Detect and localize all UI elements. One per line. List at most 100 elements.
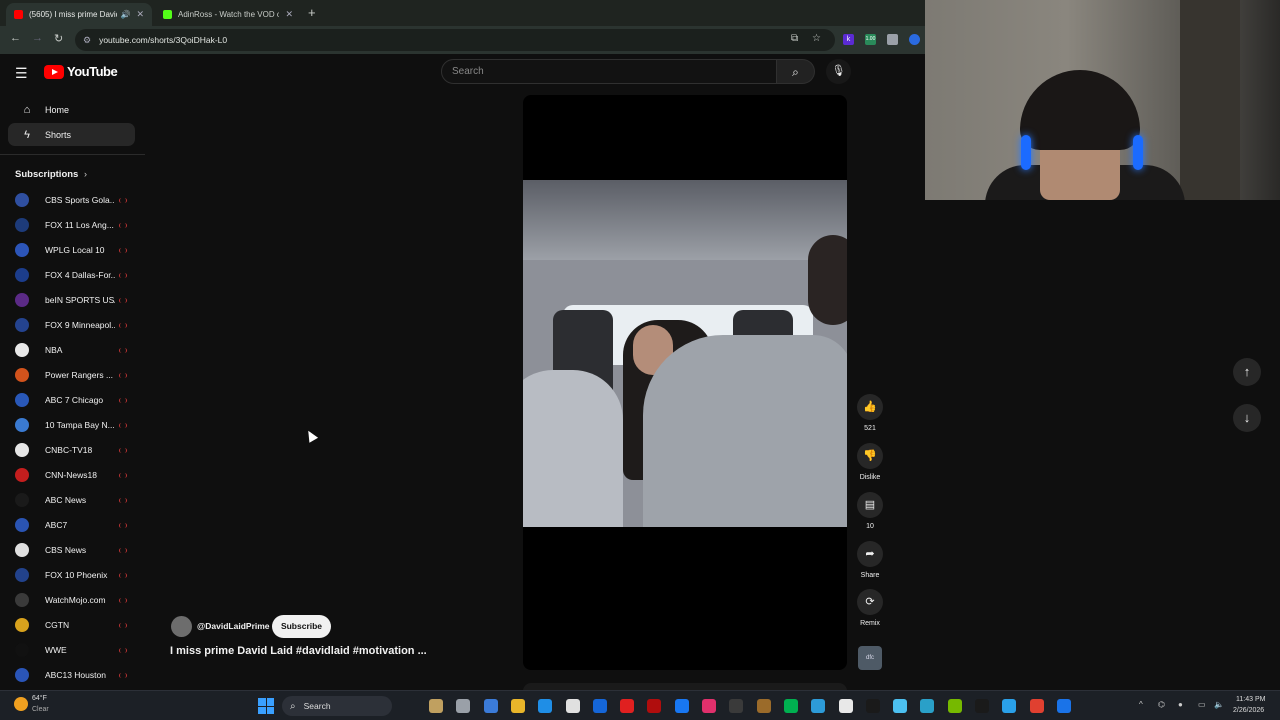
taskbar-app-icon[interactable] xyxy=(483,699,498,713)
subscription-item[interactable]: ABC13 Houston xyxy=(15,665,145,685)
taskbar-app-icon[interactable] xyxy=(975,699,989,713)
subscription-item[interactable]: ABC7 xyxy=(15,515,145,535)
subscription-item[interactable]: WWE xyxy=(15,640,145,660)
taskbar-app-icon[interactable] xyxy=(1002,699,1017,713)
clock-time[interactable]: 11:43 PM xyxy=(1236,696,1265,703)
taskbar-app-icon[interactable] xyxy=(538,699,553,713)
channel-avatar-icon xyxy=(15,393,29,407)
taskbar-app-icon[interactable] xyxy=(920,699,935,713)
previous-short-button[interactable]: ↑ xyxy=(1233,358,1261,386)
taskbar-app-icon[interactable] xyxy=(647,699,662,713)
subscription-item[interactable]: WatchMojo.com xyxy=(15,590,145,610)
browser-tab-kick[interactable]: AdinRoss - Watch the VOD on ✕ xyxy=(155,3,301,26)
extension-profile-icon[interactable] xyxy=(909,34,920,45)
display-icon[interactable]: ▭ xyxy=(1198,700,1206,709)
weather-temperature[interactable]: 64°F xyxy=(32,695,47,702)
network-icon[interactable]: ⌬ xyxy=(1158,700,1165,709)
taskbar-app-icon[interactable] xyxy=(510,699,525,713)
chevron-right-icon[interactable]: › xyxy=(84,169,87,179)
taskbar-app-icon[interactable] xyxy=(702,699,716,713)
search-input[interactable]: Search xyxy=(441,59,777,84)
extension-counter-icon[interactable]: 1.00 xyxy=(865,34,876,45)
extension-k-icon[interactable]: k xyxy=(843,34,854,45)
channel-avatar[interactable] xyxy=(171,616,192,637)
taskbar-app-icon[interactable] xyxy=(838,699,853,713)
sidebar-item-shorts[interactable]: ϟ Shorts xyxy=(8,123,135,146)
voice-search-button[interactable]: 🎙 xyxy=(826,59,851,84)
subscribe-button[interactable]: Subscribe xyxy=(272,615,331,638)
subscription-item[interactable]: FOX 4 Dallas-For... xyxy=(15,265,145,285)
subscription-item[interactable]: CBS Sports Gola... xyxy=(15,190,145,210)
close-tab-icon[interactable]: ✕ xyxy=(285,9,293,20)
subscription-item[interactable]: ABC 7 Chicago xyxy=(15,390,145,410)
subscription-item[interactable]: CNBC-TV18 xyxy=(15,440,145,460)
subscription-item[interactable]: CGTN xyxy=(15,615,145,635)
subscription-item[interactable]: CNN-News18 xyxy=(15,465,145,485)
extension-puzzle-icon[interactable] xyxy=(887,34,898,45)
subscription-item[interactable]: beIN SPORTS USA xyxy=(15,290,145,310)
new-tab-button[interactable]: + xyxy=(308,5,316,20)
forward-icon[interactable]: → xyxy=(32,32,43,44)
youtube-logo[interactable]: YouTube xyxy=(44,64,118,79)
taskbar-app-icon[interactable] xyxy=(1029,699,1044,713)
taskbar-app-icon[interactable] xyxy=(456,699,471,713)
subscriptions-heading[interactable]: Subscriptions xyxy=(15,169,78,180)
subscription-item[interactable]: FOX 10 Phoenix xyxy=(15,565,145,585)
tray-chevron-icon[interactable]: ^ xyxy=(1139,700,1143,709)
subscription-item[interactable]: ABC News xyxy=(15,490,145,510)
short-video-player[interactable] xyxy=(523,95,847,670)
short-title[interactable]: I miss prime David Laid #davidlaid #moti… xyxy=(170,645,427,657)
microphone-tray-icon[interactable]: ● xyxy=(1178,700,1183,709)
channel-name[interactable]: @DavidLaidPrime xyxy=(197,621,270,631)
share-button[interactable]: ➦ Share xyxy=(856,541,884,579)
taskbar-app-icon[interactable] xyxy=(565,699,580,713)
share-icon: ➦ xyxy=(857,541,883,567)
close-tab-icon[interactable]: ✕ xyxy=(136,9,144,20)
next-short-button[interactable]: ↓ xyxy=(1233,404,1261,432)
weather-condition[interactable]: Clear xyxy=(32,706,49,713)
clock-date[interactable]: 2/26/2026 xyxy=(1233,707,1264,714)
dislike-button[interactable]: 👎 Dislike xyxy=(856,443,884,481)
comments-button[interactable]: ▤ 10 xyxy=(856,492,884,530)
windows-start-icon[interactable] xyxy=(258,698,274,714)
taskbar-app-icon[interactable] xyxy=(1056,699,1071,713)
reload-icon[interactable]: ↻ xyxy=(54,32,63,45)
channel-avatar-icon xyxy=(15,468,29,482)
taskbar-search[interactable]: ⌕ Search xyxy=(282,696,392,716)
url-text: youtube.com/shorts/3QoiDHak-L0 xyxy=(99,35,228,45)
subscription-item[interactable]: Power Rangers ... xyxy=(15,365,145,385)
bookmark-star-icon[interactable]: ☆ xyxy=(812,33,821,44)
address-bar[interactable]: ⚙ youtube.com/shorts/3QoiDHak-L0 xyxy=(75,29,835,51)
live-indicator-icon xyxy=(119,522,127,528)
subscription-item[interactable]: FOX 9 Minneapol... xyxy=(15,315,145,335)
volume-icon[interactable]: 🔈 xyxy=(1214,700,1224,709)
browser-tab-youtube[interactable]: (5605) I miss prime David L 🔊 ✕ xyxy=(6,3,152,26)
audio-icon[interactable]: 🔊 xyxy=(120,10,130,19)
subscription-item[interactable]: FOX 11 Los Ang... xyxy=(15,215,145,235)
install-app-icon[interactable]: ⧉ xyxy=(791,33,798,44)
taskbar-app-icon[interactable] xyxy=(674,699,689,713)
taskbar-app-icon[interactable] xyxy=(429,699,443,713)
site-info-icon[interactable]: ⚙ xyxy=(83,35,91,46)
sound-thumbnail[interactable]: dfc xyxy=(858,646,882,670)
subscription-item[interactable]: WPLG Local 10 xyxy=(15,240,145,260)
taskbar-app-icon[interactable] xyxy=(592,699,607,713)
like-button[interactable]: 👍 521 xyxy=(856,394,884,432)
taskbar-app-icon[interactable] xyxy=(865,699,880,713)
taskbar-app-icon[interactable] xyxy=(729,699,744,713)
sidebar-item-home[interactable]: ⌂ Home xyxy=(8,98,135,121)
subscription-item[interactable]: 10 Tampa Bay N... xyxy=(15,415,145,435)
taskbar-app-icon[interactable] xyxy=(947,699,962,713)
taskbar-app-icon[interactable] xyxy=(756,699,771,713)
subscription-item[interactable]: CBS News xyxy=(15,540,145,560)
subscription-item[interactable]: NBA xyxy=(15,340,145,360)
hamburger-menu-icon[interactable]: ☰ xyxy=(15,65,28,82)
taskbar-app-icon[interactable] xyxy=(620,699,635,713)
search-button[interactable]: ⌕ xyxy=(777,59,815,84)
remix-button[interactable]: ⟳ Remix xyxy=(856,589,884,627)
taskbar-app-icon[interactable] xyxy=(783,699,798,713)
back-icon[interactable]: ← xyxy=(10,32,21,44)
taskbar-app-icon[interactable] xyxy=(893,699,908,713)
weather-icon[interactable] xyxy=(14,697,28,711)
taskbar-app-icon[interactable] xyxy=(811,699,826,713)
